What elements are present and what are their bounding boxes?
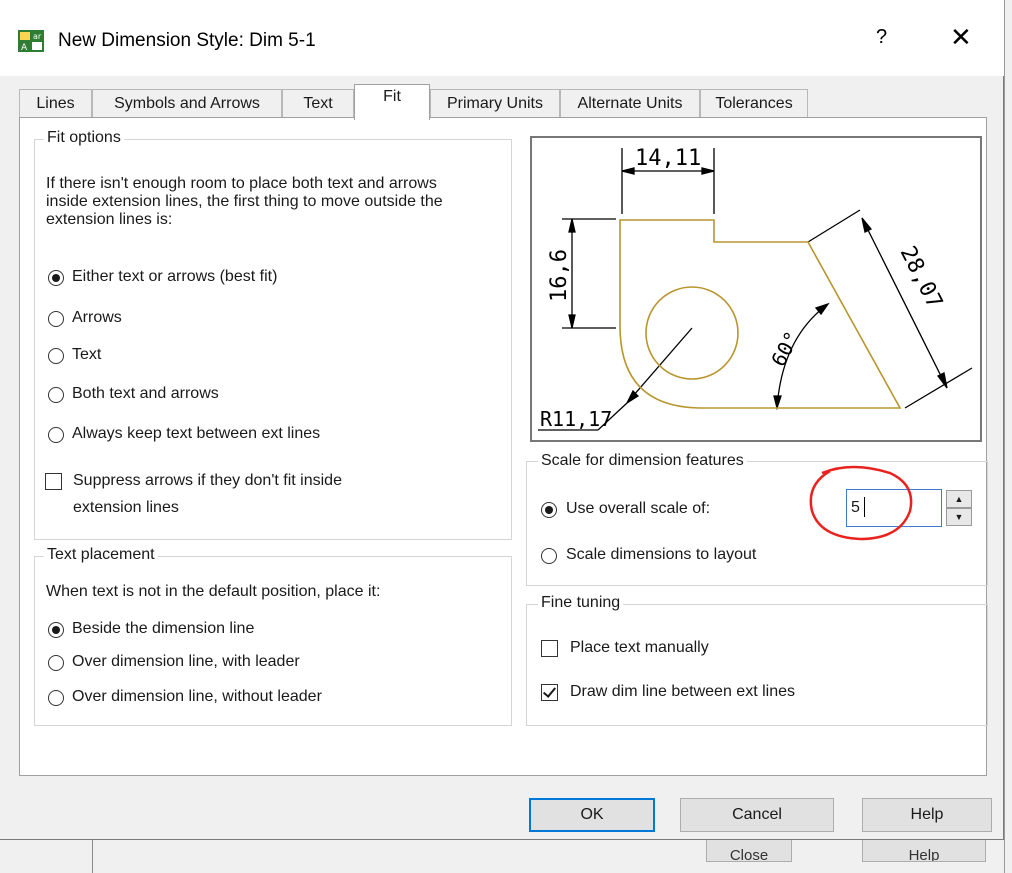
checkbox-draw-dim-line[interactable] [541,684,558,701]
radio-label-always-keep-text: Always keep text between ext lines [72,425,321,442]
tab-text[interactable]: Text [282,89,354,118]
radio-label-use-overall-scale: Use overall scale of: [566,500,711,517]
dim-horizontal-label: 14,11 [635,146,701,171]
checkbox-label-place-text-manually: Place text manually [570,639,709,656]
dimension-preview: 14,11 16,6 28,07 60° R11,17 [530,136,982,442]
scale-spin-down-button[interactable]: ▼ [946,508,972,526]
checkbox-label-suppress-arrows-line2: extension lines [73,499,179,516]
radio-scale-to-layout[interactable] [541,548,557,564]
radio-label-over-with-leader: Over dimension line, with leader [72,653,300,670]
radio-label-beside-dimension-line: Beside the dimension line [72,620,255,637]
tab-fit[interactable]: Fit [354,84,430,120]
radio-either-text-or-arrows[interactable] [48,270,64,286]
radio-use-overall-scale[interactable] [541,502,557,518]
fine-tuning-legend: Fine tuning [538,594,624,612]
background-window-edge [1004,0,1012,873]
text-placement-legend: Text placement [44,546,158,564]
radio-text[interactable] [48,348,64,364]
checkbox-label-suppress-arrows-line1: Suppress arrows if they don't fit inside [73,472,342,489]
background-close-button[interactable]: Close [706,838,792,862]
radio-label-either-text-or-arrows: Either text or arrows (best fit) [72,268,278,285]
help-button[interactable]: Help [862,798,992,832]
fit-options-legend: Fit options [44,129,124,147]
fine-tuning-group [526,604,988,726]
tab-alternate-units[interactable]: Alternate Units [560,89,700,118]
scale-legend: Scale for dimension features [538,452,747,470]
scale-spin-up-button[interactable]: ▲ [946,490,972,508]
text-placement-description: When text is not in the default position… [46,583,381,600]
checkbox-place-text-manually[interactable] [541,640,558,657]
preview-drawing: 14,11 16,6 28,07 60° R11,17 [538,146,973,431]
svg-text:ar: ar [33,32,42,41]
red-circle-annotation [809,465,913,541]
radio-label-both-text-and-arrows: Both text and arrows [72,385,219,402]
cancel-button[interactable]: Cancel [680,798,834,832]
radio-arrows[interactable] [48,311,64,327]
radio-beside-dimension-line[interactable] [48,622,64,638]
radio-over-with-leader[interactable] [48,655,64,671]
radio-label-arrows: Arrows [72,309,122,326]
radio-label-over-without-leader: Over dimension line, without leader [72,688,322,705]
autocad-dimstyle-icon: A ar [18,30,44,52]
fit-options-description: If there isn't enough room to place both… [46,175,443,228]
help-question-button[interactable]: ? [876,26,887,49]
dim-radius-label: R11,17 [540,407,612,431]
dialog-title: New Dimension Style: Dim 5-1 [58,30,316,51]
background-help-button[interactable]: Help [862,838,986,862]
tab-lines[interactable]: Lines [19,89,92,118]
radio-label-text: Text [72,346,102,363]
dim-aligned-label: 28,07 [895,242,947,312]
dim-vertical-label: 16,6 [547,249,572,302]
tab-primary-units[interactable]: Primary Units [430,89,560,118]
checkbox-suppress-arrows[interactable] [45,473,62,490]
tab-symbols-and-arrows[interactable]: Symbols and Arrows [92,89,282,118]
radio-over-without-leader[interactable] [48,690,64,706]
ok-button[interactable]: OK [529,798,655,832]
svg-text:A: A [21,43,28,52]
checkbox-label-draw-dim-line: Draw dim line between ext lines [570,683,795,700]
radio-always-keep-text[interactable] [48,427,64,443]
radio-both-text-and-arrows[interactable] [48,387,64,403]
close-icon[interactable]: ✕ [950,22,972,53]
tab-tolerances[interactable]: Tolerances [700,89,808,118]
dim-angle-label: 60° [766,327,804,370]
radio-label-scale-to-layout: Scale dimensions to layout [566,546,757,563]
